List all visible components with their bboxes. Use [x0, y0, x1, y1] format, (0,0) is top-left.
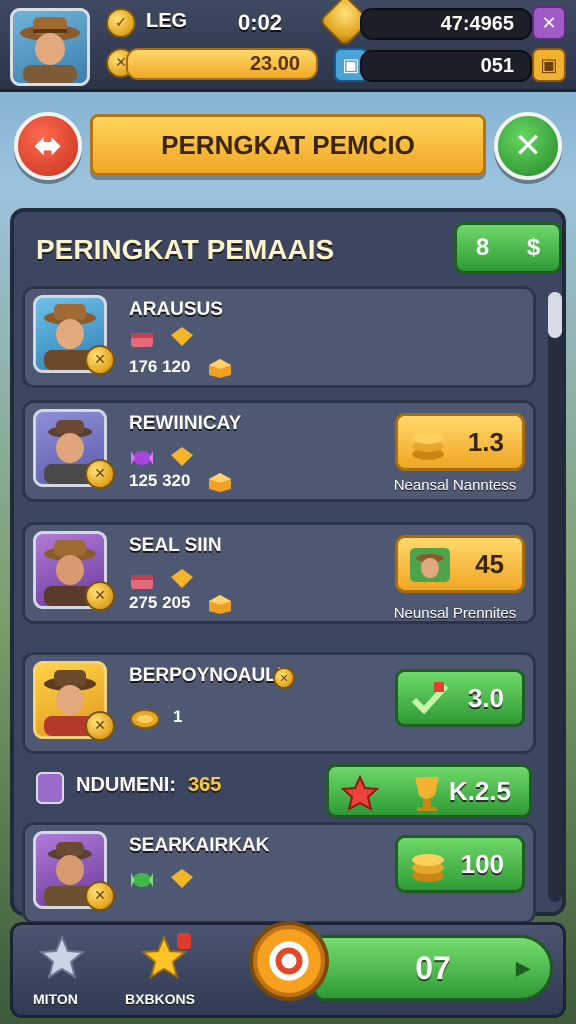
nav-mission[interactable]: MITON	[27, 931, 97, 1015]
leaderboard-row[interactable]: ✕ SEAL SIIN 275 205 45 Neunsal Prennites	[22, 522, 536, 624]
leaderboard-row[interactable]: ✕ ARAUSUS 176 120	[22, 286, 536, 388]
player-name: SEAL SIIN	[129, 535, 222, 556]
play-button-label: 07	[415, 949, 451, 986]
reward-button[interactable]: 45	[395, 535, 525, 593]
check-flag-icon	[411, 682, 449, 715]
player-name: ARAUSUS	[129, 299, 223, 320]
rank-badge-icon: ✕	[85, 711, 115, 741]
notification-badge	[177, 933, 191, 949]
reward-value: 3.0	[467, 682, 504, 713]
player-stat: 275 205	[129, 593, 191, 612]
play-button[interactable]: 07 ▶	[313, 935, 553, 1001]
gold-currency-value: 23.00	[249, 52, 300, 75]
rank-badge-icon: ✕	[85, 459, 115, 489]
reward-button[interactable]: K.2.5	[326, 764, 532, 818]
gold-currency-pill: 23.00	[126, 48, 318, 80]
close-icon: ✕	[513, 126, 543, 166]
gold-add-button[interactable]: ▣	[532, 48, 566, 82]
top-currency-value: 47:4965	[440, 12, 514, 35]
coin-stack-icon	[412, 432, 444, 460]
leaderboard-panel: PERINGKAT PEMAAIS 8 $ ✕ ARAUSUS 176 120 …	[10, 208, 566, 924]
star-icon	[341, 775, 379, 811]
banner-title: PERNGKAT PEMCIO	[161, 129, 415, 160]
purple-add-button[interactable]: ✕	[532, 6, 566, 40]
coin-stack-icon	[412, 854, 444, 882]
top-currency-pill: 47:4965	[360, 8, 532, 40]
reward-value: 45	[475, 548, 504, 579]
dollar-icon: $	[526, 234, 541, 261]
candy-icon	[131, 873, 153, 887]
dark-currency-pill: 051	[360, 50, 532, 82]
panel-title: PERINGKAT PEMAAIS	[36, 234, 335, 265]
bottom-nav: MITON BXBKONS 07 ▶	[10, 921, 566, 1018]
nav-bonus[interactable]: BXBKONS	[121, 931, 211, 1015]
reward-button[interactable]: 3.0	[395, 669, 525, 727]
back-button[interactable]: ⬌	[14, 112, 82, 180]
leaderboard-row[interactable]: ✕ BERPOYNOAULI ✕ 1 3.0	[22, 652, 536, 754]
gem-icon	[171, 447, 193, 466]
gold-cube-icon	[209, 473, 231, 492]
current-player-avatar	[36, 772, 64, 804]
reward-button[interactable]: 100	[395, 835, 525, 893]
silver-star-icon	[39, 935, 85, 979]
current-player-row[interactable]: NDUMENI: 365 K.2.5	[22, 760, 542, 824]
header-row: ⬌ PERNGKAT PEMCIO ✕	[0, 108, 576, 184]
player-name: SEARKAIRKAK	[129, 835, 270, 856]
reward-button[interactable]: 1.3	[395, 413, 525, 471]
player-name: BERPOYNOAULI	[129, 665, 283, 686]
timer: 0:02	[238, 10, 283, 35]
chest-icon	[131, 333, 153, 347]
gold-cube-icon	[209, 595, 231, 614]
scrollbar-thumb[interactable]	[548, 292, 562, 338]
gem-icon	[171, 869, 193, 888]
dark-currency-value: 051	[480, 54, 514, 77]
top-hud: ✓ LEG 0:02 ✕ 23.00 47:4965 ✕ ▣ 051 ▣	[0, 0, 576, 92]
player-stat: 125 320	[129, 471, 191, 490]
reward-caption: Neansal Nanntess	[393, 477, 517, 494]
gold-coin-icon	[130, 709, 160, 729]
reward-value: K.2.5	[448, 775, 511, 806]
reward-caption: Neunsal Prennites	[393, 605, 517, 622]
scrollbar[interactable]	[548, 292, 562, 902]
panel-badge[interactable]: 8 $	[454, 222, 562, 274]
rank-badge-icon: ✕	[85, 581, 115, 611]
nav-mission-label: MITON	[33, 991, 78, 1007]
gem-icon	[171, 569, 193, 588]
target-button[interactable]	[249, 921, 329, 1001]
player-name: REWIINICAY	[129, 413, 242, 434]
reward-value: 1.3	[467, 426, 504, 457]
chest-icon	[131, 575, 153, 589]
rank-badge-icon: ✕	[85, 345, 115, 375]
player-stat: 176 120	[129, 357, 191, 376]
explorer-portrait-icon	[410, 548, 450, 582]
current-player-name: NDUMENI:	[76, 774, 176, 796]
close-button[interactable]: ✕	[494, 112, 562, 180]
player-avatar[interactable]	[10, 8, 90, 86]
leaderboard-row[interactable]: ✕ REWIINICAY 125 320 1.3 Neansal Nanntes…	[22, 400, 536, 502]
trophy-icon	[415, 777, 439, 811]
rank-badge-icon: ✕	[85, 881, 115, 911]
title-banner: PERNGKAT PEMCIO	[90, 114, 486, 176]
gold-cube-icon	[209, 359, 231, 378]
reward-value: 100	[460, 848, 504, 879]
level-icon: ✓	[106, 8, 136, 38]
level-label: LEG	[146, 10, 188, 32]
player-stat: 1	[173, 707, 183, 726]
nav-bonus-label: BXBKONS	[125, 991, 196, 1007]
gem-icon	[171, 327, 193, 346]
candy-icon	[131, 451, 153, 465]
current-player-score: 365	[188, 774, 222, 796]
back-arrows-icon: ⬌	[33, 126, 63, 166]
coin-icon: ✕	[273, 667, 295, 689]
play-arrow-icon: ▶	[516, 958, 530, 978]
leaderboard-row[interactable]: ✕ SEARKAIRKAK 100	[22, 822, 536, 924]
panel-badge-value: 8	[475, 234, 490, 261]
